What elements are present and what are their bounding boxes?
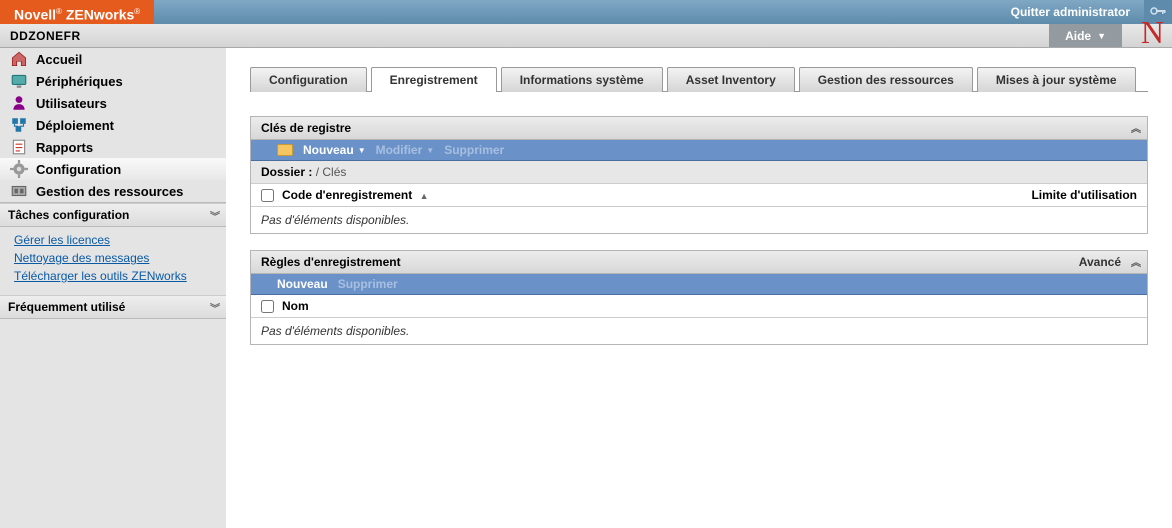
main-content: Configuration Enregistrement Information… xyxy=(226,48,1172,528)
brand: Novell® ZENworks® xyxy=(0,0,154,24)
nav-utilisateurs[interactable]: Utilisateurs xyxy=(0,92,226,114)
tab-configuration[interactable]: Configuration xyxy=(250,67,367,92)
action-nouveau[interactable]: Nouveau ▼ xyxy=(303,143,366,157)
help-button[interactable]: Aide ▼ xyxy=(1049,24,1122,47)
chevron-down-icon: ▼ xyxy=(1097,24,1106,48)
nav-label: Configuration xyxy=(36,162,121,177)
task-nettoyage[interactable]: Nettoyage des messages xyxy=(14,249,216,267)
col-label: Code d'enregistrement xyxy=(282,188,412,202)
monitor-icon xyxy=(10,73,28,89)
nav-configuration[interactable]: Configuration xyxy=(0,158,226,180)
collapse-icon[interactable]: ︽ xyxy=(1131,120,1141,135)
panel-title-rules: Règles d'enregistrement Avancé ︽ xyxy=(251,251,1147,274)
col-limite[interactable]: Limite d'utilisation xyxy=(957,188,1137,202)
chevron-down-icon: ︾ xyxy=(210,300,220,315)
tab-asset-inventory[interactable]: Asset Inventory xyxy=(667,67,795,92)
nav-rapports[interactable]: Rapports xyxy=(0,136,226,158)
collapse-icon[interactable]: ︽ xyxy=(1131,254,1141,269)
logout-link[interactable]: Quitter administrator xyxy=(997,0,1144,24)
path-label: Dossier : xyxy=(261,165,312,179)
folder-path: Dossier : / Clés xyxy=(251,161,1147,184)
task-links: Gérer les licences Nettoyage des message… xyxy=(0,227,226,295)
empty-message-keys: Pas d'éléments disponibles. xyxy=(251,207,1147,233)
brand-sub: ZENworks xyxy=(66,7,134,23)
top-bar: Novell® ZENworks® Quitter administrator xyxy=(0,0,1172,24)
panel-title-label: Clés de registre xyxy=(261,121,351,135)
nav-label: Utilisateurs xyxy=(36,96,107,111)
select-all-checkbox[interactable] xyxy=(261,189,274,202)
panel-title-label: Règles d'enregistrement xyxy=(261,255,401,269)
select-all-checkbox-rules[interactable] xyxy=(261,300,274,313)
advanced-link[interactable]: Avancé xyxy=(1079,255,1121,269)
tasks-header[interactable]: Tâches configuration ︾ xyxy=(0,203,226,227)
column-headers-rules: Nom xyxy=(251,295,1147,318)
nav-label: Accueil xyxy=(36,52,82,67)
tab-mises-a-jour[interactable]: Mises à jour système xyxy=(977,67,1136,92)
panel-cles-registre: Clés de registre ︽ Nouveau▼ Modifier▼ Su… xyxy=(250,116,1148,234)
tab-gestion-ressources[interactable]: Gestion des ressources xyxy=(799,67,973,92)
empty-message-rules: Pas d'éléments disponibles. xyxy=(251,318,1147,344)
help-label: Aide xyxy=(1065,24,1091,48)
nav-deploiement[interactable]: Déploiement xyxy=(0,114,226,136)
panel-title-keys: Clés de registre ︽ xyxy=(251,117,1147,140)
nav-label: Périphériques xyxy=(36,74,123,89)
sidebar: Accueil Périphériques Utilisateurs Déplo… xyxy=(0,48,226,528)
resources-icon xyxy=(10,183,28,199)
task-telecharger[interactable]: Télécharger les outils ZENworks xyxy=(14,267,216,285)
sort-asc-icon: ▲ xyxy=(420,191,429,201)
action-label: Nouveau xyxy=(303,143,354,157)
chevron-down-icon: ︾ xyxy=(210,208,220,223)
col-nom[interactable]: Nom xyxy=(282,299,1137,313)
nav-label: Gestion des ressources xyxy=(36,184,183,199)
nav-accueil[interactable]: Accueil xyxy=(0,48,226,70)
chevron-down-icon: ▼ xyxy=(358,146,366,155)
nav-section: Accueil Périphériques Utilisateurs Déplo… xyxy=(0,48,226,203)
folder-icon xyxy=(277,144,293,156)
novell-n-logo: N xyxy=(1141,14,1164,51)
frequent-header-label: Fréquemment utilisé xyxy=(8,300,125,314)
tasks-header-label: Tâches configuration xyxy=(8,208,129,222)
reports-icon xyxy=(10,139,28,155)
action-label: Modifier xyxy=(376,143,423,157)
tab-infos-systeme[interactable]: Informations système xyxy=(501,67,663,92)
task-licences[interactable]: Gérer les licences xyxy=(14,231,216,249)
column-headers-keys: Code d'enregistrement ▲ Limite d'utilisa… xyxy=(251,184,1147,207)
gear-icon xyxy=(10,161,28,177)
tab-enregistrement[interactable]: Enregistrement xyxy=(371,67,497,92)
frequent-header[interactable]: Fréquemment utilisé ︾ xyxy=(0,295,226,319)
col-code[interactable]: Code d'enregistrement ▲ xyxy=(282,188,957,202)
panel-regles-enregistrement: Règles d'enregistrement Avancé ︽ Nouveau… xyxy=(250,250,1148,345)
action-supprimer[interactable]: Supprimer xyxy=(444,143,504,157)
nav-ressources[interactable]: Gestion des ressources xyxy=(0,180,226,202)
user-icon xyxy=(10,95,28,111)
chevron-down-icon: ▼ xyxy=(426,146,434,155)
brand-main: Novell xyxy=(14,7,56,23)
nav-label: Déploiement xyxy=(36,118,114,133)
path-value: / Clés xyxy=(316,165,347,179)
deploy-icon xyxy=(10,117,28,133)
nav-label: Rapports xyxy=(36,140,93,155)
action-modifier[interactable]: Modifier▼ xyxy=(376,143,435,157)
sub-bar: DDZONEFR Aide ▼ xyxy=(0,24,1172,48)
zone-name: DDZONEFR xyxy=(0,24,91,47)
brand-reg1: ® xyxy=(56,7,62,16)
action-bar-rules: Nouveau Supprimer xyxy=(251,274,1147,295)
nav-peripheriques[interactable]: Périphériques xyxy=(0,70,226,92)
tab-bar: Configuration Enregistrement Information… xyxy=(250,66,1148,92)
home-icon xyxy=(10,51,28,67)
brand-reg2: ® xyxy=(134,7,140,16)
action-bar-keys: Nouveau▼ Modifier▼ Supprimer xyxy=(251,140,1147,161)
action-supprimer-rules[interactable]: Supprimer xyxy=(338,277,398,291)
action-nouveau-rules[interactable]: Nouveau xyxy=(277,277,328,291)
